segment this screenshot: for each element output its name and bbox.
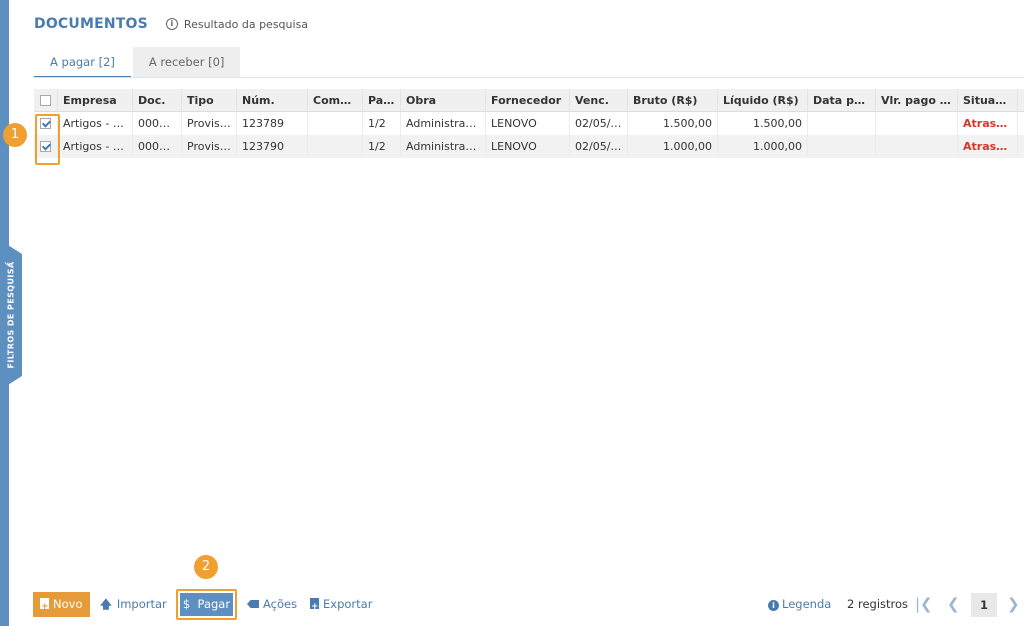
col-data-pgto[interactable]: Data pgto. bbox=[808, 88, 876, 112]
cell-compra bbox=[308, 112, 363, 135]
col-tipo[interactable]: Tipo bbox=[182, 88, 237, 112]
exportar-button[interactable]: Exportar bbox=[310, 592, 373, 620]
filter-panel-label: FILTROS DE PESQUISA bbox=[6, 261, 16, 369]
cell-situacao: Atrasado bbox=[958, 135, 1018, 158]
cell-venc: 02/05/24 bbox=[570, 112, 628, 135]
footer-toolbar: Novo 🡅 Importar $ Pagar Ações Exportar iL… bbox=[33, 589, 1024, 620]
checkbox-highlight bbox=[35, 114, 60, 165]
exportar-label: Exportar bbox=[323, 597, 373, 611]
cell-bruto: 1.500,00 bbox=[628, 112, 718, 135]
col-bruto[interactable]: Bruto (R$) bbox=[628, 88, 718, 112]
cell-vlr-pago bbox=[876, 135, 958, 158]
col-doc[interactable]: Doc. bbox=[133, 88, 182, 112]
importar-label: Importar bbox=[116, 597, 167, 611]
info-icon: i bbox=[165, 18, 178, 30]
col-empresa[interactable]: Empresa bbox=[58, 88, 133, 112]
pagar-button-highlight: $ Pagar bbox=[176, 589, 237, 620]
cell-vlr-pago bbox=[876, 112, 958, 135]
legenda-button[interactable]: i Legenda bbox=[768, 592, 831, 617]
first-page-icon[interactable]: |❮ bbox=[915, 592, 933, 617]
tab-a-receber[interactable]: A receber [0] bbox=[132, 47, 241, 78]
tab-divider bbox=[34, 77, 1024, 78]
cell-num: 123789 bbox=[237, 112, 308, 135]
acoes-button[interactable]: Ações bbox=[247, 592, 297, 617]
cell-compra bbox=[308, 135, 363, 158]
page-title: DOCUMENTOS bbox=[34, 16, 148, 32]
cell-empresa: Artigos - C... bbox=[58, 135, 133, 158]
col-venc[interactable]: Venc. bbox=[570, 88, 628, 112]
step-badge-1: 1 bbox=[3, 123, 27, 147]
table-row[interactable]: Artigos - C... 000258 Provisão 123789 1/… bbox=[34, 112, 1024, 135]
tag-icon bbox=[247, 600, 259, 608]
novo-button[interactable]: Novo bbox=[33, 592, 90, 620]
cell-liquido: 1.000,00 bbox=[718, 135, 808, 158]
legenda-label: Legenda bbox=[782, 597, 832, 611]
cell-bruto: 1.000,00 bbox=[628, 135, 718, 158]
cell-num: 123790 bbox=[237, 135, 308, 158]
col-vlr-pago[interactable]: Vlr. pago (R$) bbox=[876, 88, 958, 112]
cell-parc: 1/2 bbox=[363, 135, 401, 158]
col-num[interactable]: Núm. bbox=[237, 88, 308, 112]
cell-doc: 000259 bbox=[133, 135, 182, 158]
step-badge-2: 2 bbox=[194, 555, 218, 579]
col-obra[interactable]: Obra bbox=[401, 88, 486, 112]
cell-data-pgto bbox=[808, 135, 876, 158]
tab-a-pagar[interactable]: A pagar [2] bbox=[34, 47, 131, 78]
cell-data-pgto bbox=[808, 112, 876, 135]
table-header-row: Empresa Doc. Tipo Núm. Compra Parc. Obra… bbox=[34, 88, 1024, 112]
prev-page-icon[interactable]: ❮ bbox=[947, 592, 960, 617]
col-compra[interactable]: Compra bbox=[308, 88, 363, 112]
page-subtitle: Resultado da pesquisa bbox=[183, 17, 309, 31]
cell-tipo: Provisão bbox=[182, 112, 237, 135]
page-header: DOCUMENTOS i Resultado da pesquisa bbox=[34, 14, 308, 34]
new-document-icon bbox=[40, 595, 49, 620]
export-document-icon bbox=[310, 595, 319, 620]
info-icon: i bbox=[768, 600, 779, 611]
cell-tipo: Provisão bbox=[182, 135, 237, 158]
current-page[interactable]: 1 bbox=[971, 593, 997, 617]
cell-fornecedor: LENOVO bbox=[486, 112, 570, 135]
cell-obra: Administrati... bbox=[401, 135, 486, 158]
select-all-cell bbox=[34, 88, 58, 112]
importar-button[interactable]: 🡅 Importar bbox=[100, 592, 167, 617]
acoes-label: Ações bbox=[263, 597, 298, 611]
col-parc[interactable]: Parc. bbox=[363, 88, 401, 112]
documents-table: Empresa Doc. Tipo Núm. Compra Parc. Obra… bbox=[34, 88, 1024, 158]
cell-empresa: Artigos - C... bbox=[58, 112, 133, 135]
cell-parc: 1/2 bbox=[363, 112, 401, 135]
record-count: 2 registros bbox=[847, 597, 909, 611]
filter-panel-toggle[interactable]: ‹ FILTROS DE PESQUISA bbox=[0, 240, 22, 390]
cell-liquido: 1.500,00 bbox=[718, 112, 808, 135]
col-fornecedor[interactable]: Fornecedor bbox=[486, 88, 570, 112]
pagar-label: Pagar bbox=[197, 597, 231, 611]
cell-situacao: Atrasado bbox=[958, 112, 1018, 135]
col-liquido[interactable]: Líquido (R$) bbox=[718, 88, 808, 112]
col-situacao[interactable]: Situação bbox=[958, 88, 1018, 112]
select-all-checkbox[interactable] bbox=[40, 94, 51, 106]
dollar-icon: $ bbox=[182, 597, 191, 611]
pagar-button[interactable]: $ Pagar bbox=[180, 593, 233, 616]
cell-fornecedor: LENOVO bbox=[486, 135, 570, 158]
table-row[interactable]: Artigos - C... 000259 Provisão 123790 1/… bbox=[34, 135, 1024, 158]
cell-doc: 000258 bbox=[133, 112, 182, 135]
upload-icon: 🡅 bbox=[100, 597, 112, 611]
novo-label: Novo bbox=[53, 597, 83, 611]
tab-bar: A pagar [2] A receber [0] bbox=[34, 47, 241, 78]
cell-obra: Administrati... bbox=[401, 112, 486, 135]
next-page-icon[interactable]: ❯ bbox=[1007, 592, 1020, 617]
cell-venc: 02/05/24 bbox=[570, 135, 628, 158]
